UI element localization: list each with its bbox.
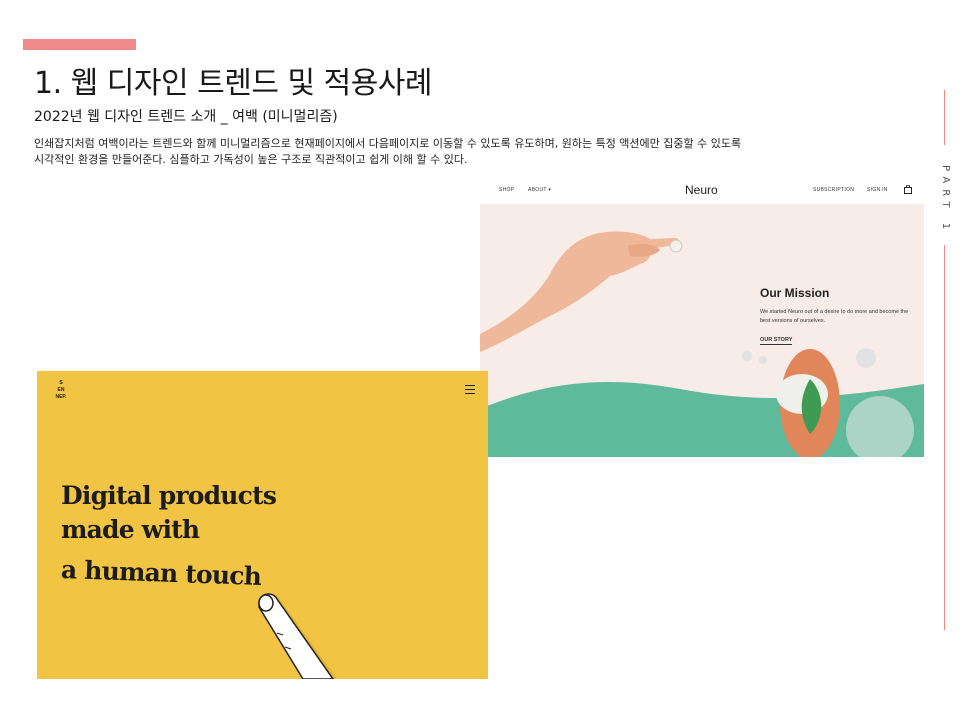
nav-shop-link[interactable]: SHOP xyxy=(499,187,514,193)
fingernail xyxy=(258,594,274,612)
slide-subtitle: 2022년 웹 디자인 트렌드 소개 _ 여백 (미니멀리즘) xyxy=(34,109,338,125)
side-part-label: PART 1 xyxy=(940,165,951,236)
bubble-3 xyxy=(759,356,767,364)
bubble-2 xyxy=(742,351,752,361)
nav-subscription-link[interactable]: SUBSCRIPTION xyxy=(813,187,854,193)
chevron-down-icon: ▾ xyxy=(548,187,552,193)
neuro-hero: Our Mission We started Neuro out of a de… xyxy=(480,204,924,457)
senep-website-screenshot: S EN NEP. Digital products made with a h… xyxy=(37,371,488,679)
slide-title: 1. 웹 디자인 트렌드 및 적용사례 xyxy=(34,66,433,101)
pill xyxy=(669,239,683,253)
nav-about-link[interactable]: ABOUT ▾ xyxy=(528,187,551,193)
bubble-1 xyxy=(856,348,876,368)
nav-about-label: ABOUT xyxy=(528,187,547,193)
slide-body-text: 인쇄잡지처럼 여백이라는 트렌드와 함께 미니멀리즘으로 현재페이지에서 다음페… xyxy=(34,137,742,166)
accent-bar xyxy=(23,39,136,50)
cart-icon[interactable] xyxy=(904,185,912,194)
side-divider-top xyxy=(944,90,945,145)
hand-pill-illustration xyxy=(480,231,924,457)
side-divider-bottom xyxy=(944,245,945,630)
mission-title: Our Mission xyxy=(760,286,830,300)
our-story-link[interactable]: OUR STORY xyxy=(760,337,793,345)
mission-text: We started Neuro out of a desire to do m… xyxy=(760,309,909,324)
neuro-navbar: SHOP ABOUT ▾ Neuro SUBSCRIPTION SIGN IN xyxy=(480,180,924,204)
pointing-finger-illustration xyxy=(258,593,337,679)
neuro-logo[interactable]: Neuro xyxy=(685,183,718,197)
neuro-website-screenshot: SHOP ABOUT ▾ Neuro SUBSCRIPTION SIGN IN … xyxy=(480,180,924,457)
nav-sign-in-link[interactable]: SIGN IN xyxy=(867,187,888,193)
